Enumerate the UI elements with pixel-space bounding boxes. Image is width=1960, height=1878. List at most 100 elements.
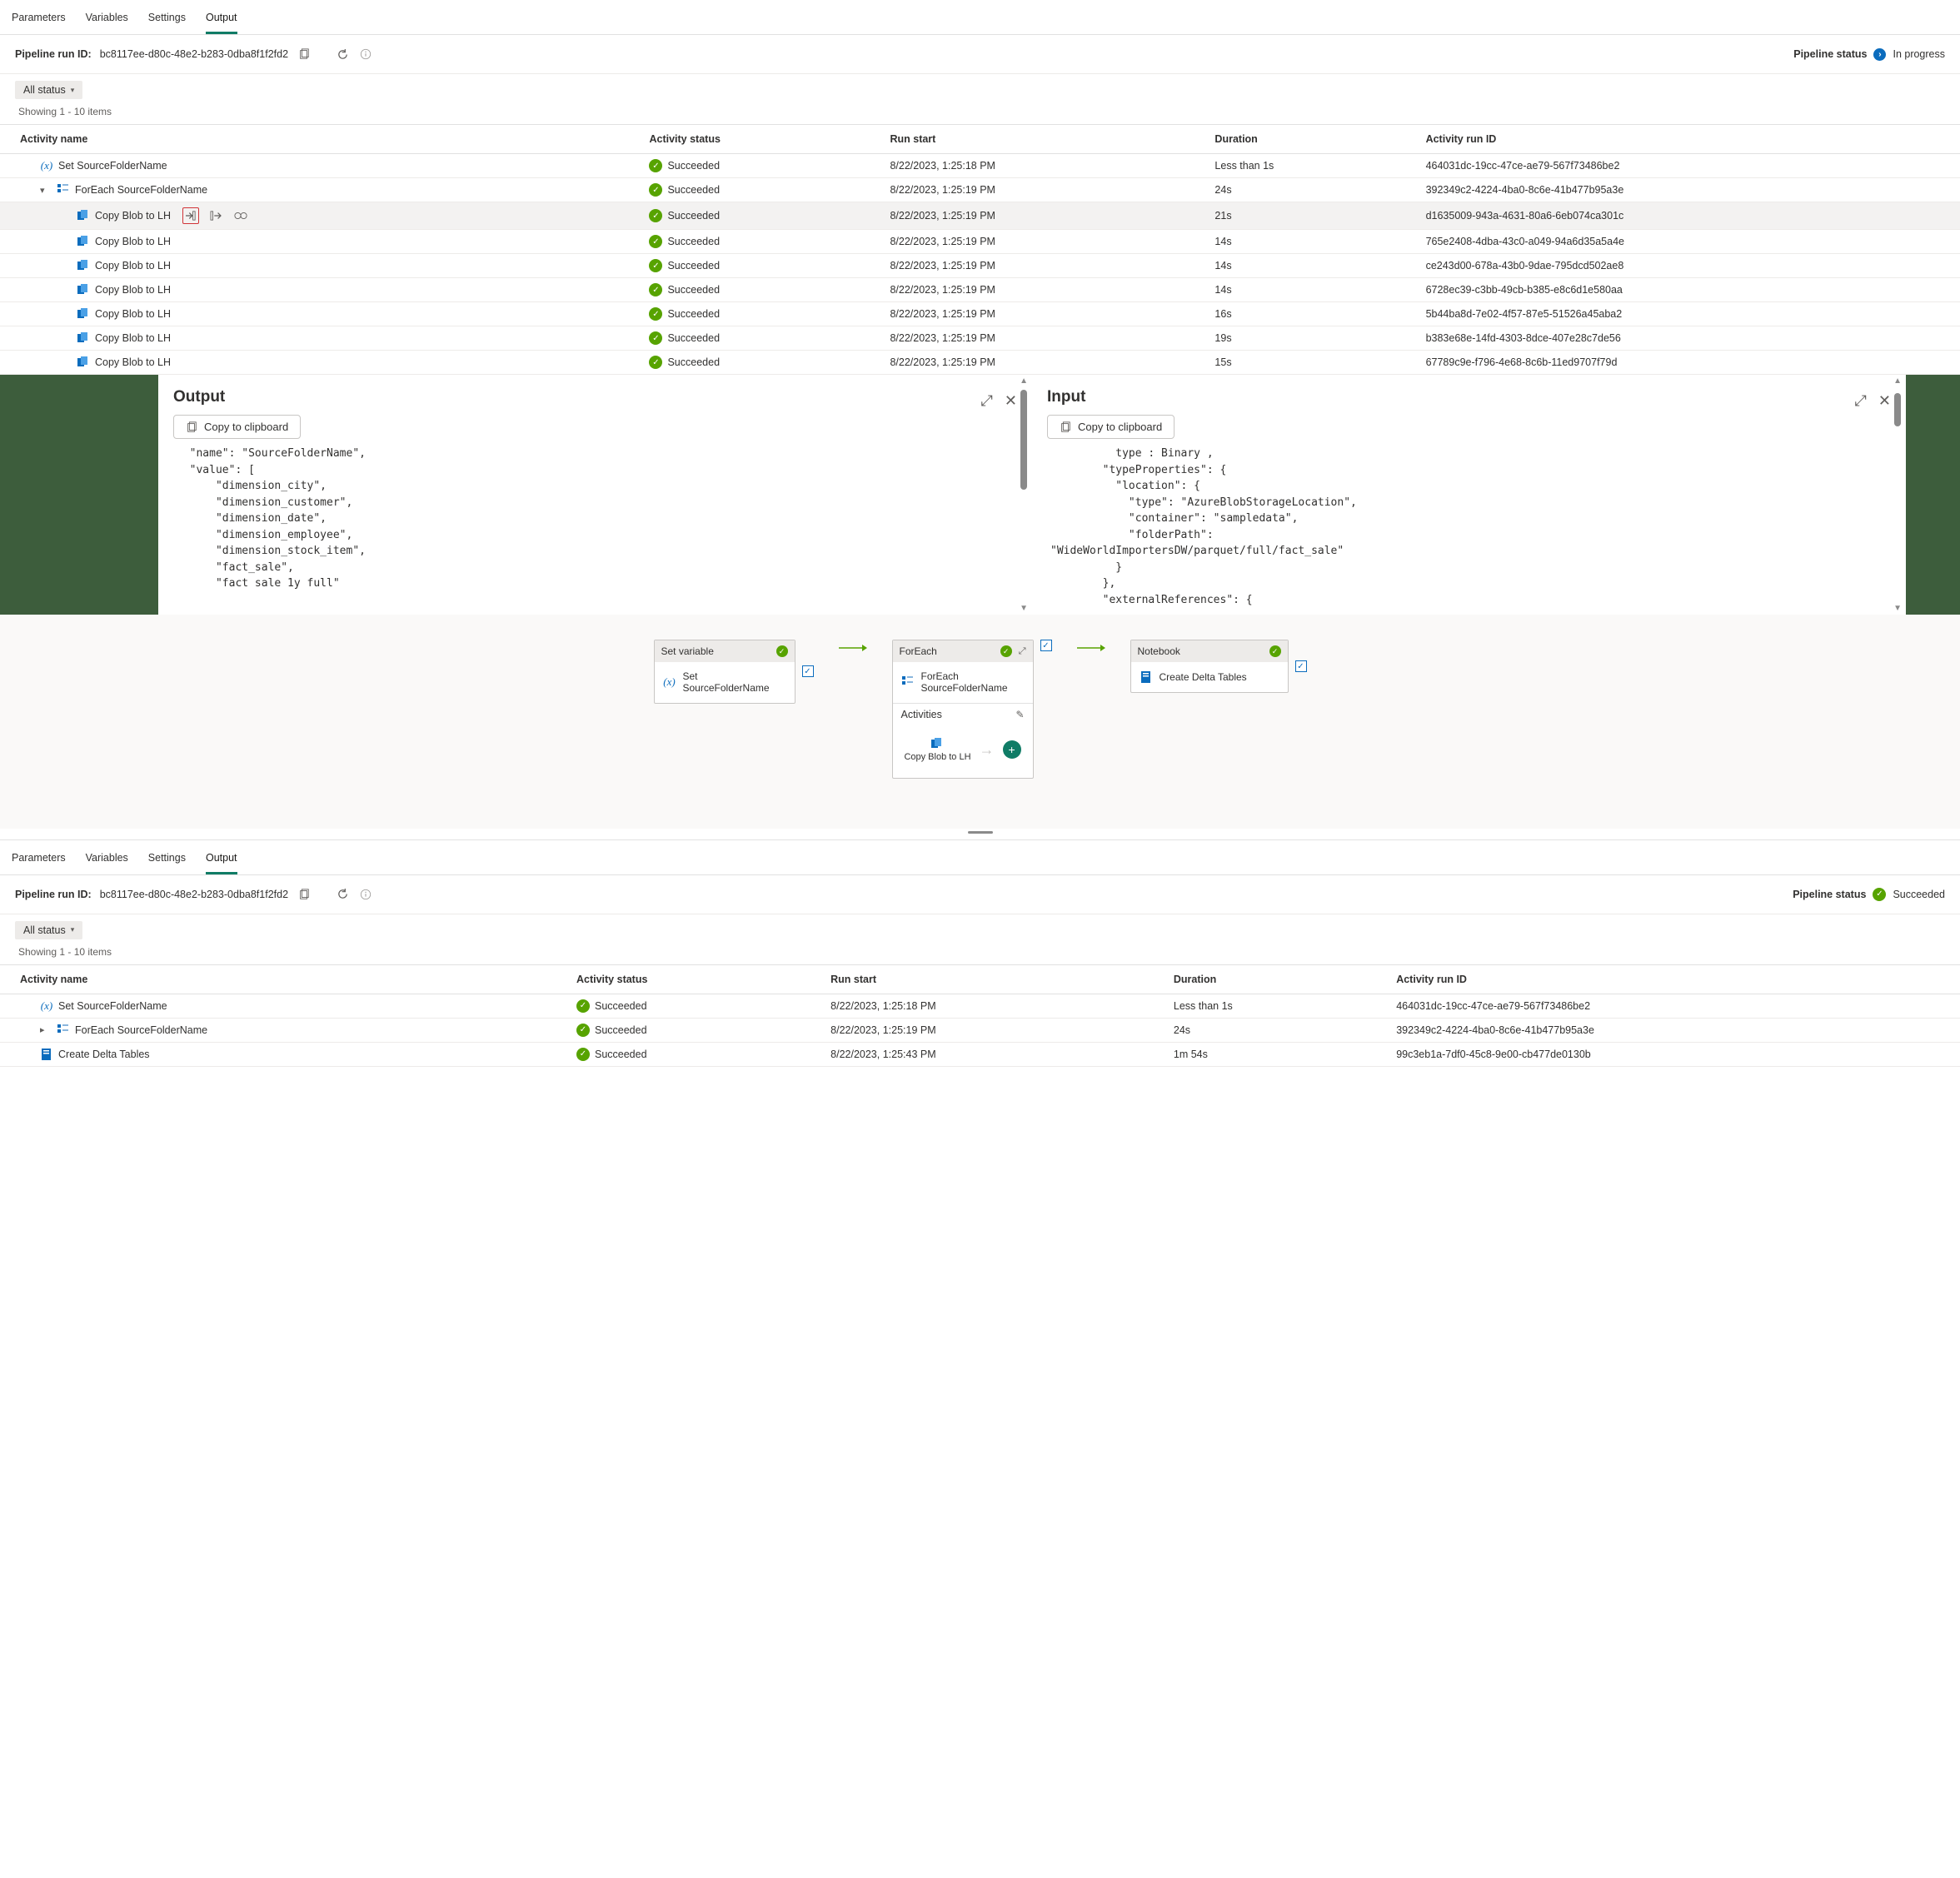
activity-name: Set SourceFolderName bbox=[58, 160, 167, 172]
table-row[interactable]: Set SourceFolderNameSucceeded8/22/2023, … bbox=[0, 994, 1960, 1018]
table-row[interactable]: Copy Blob to LHSucceeded8/22/2023, 1:25:… bbox=[0, 202, 1960, 230]
output-details-icon[interactable] bbox=[207, 207, 224, 224]
success-icon bbox=[649, 356, 662, 369]
info-icon[interactable] bbox=[358, 47, 373, 62]
refresh-icon[interactable] bbox=[335, 887, 350, 902]
edit-icon[interactable]: ✎ bbox=[1015, 709, 1024, 720]
tab-variables[interactable]: Variables bbox=[86, 849, 128, 874]
activity-status: Succeeded bbox=[667, 308, 720, 320]
activity-run-id: 392349c2-4224-4ba0-8c6e-41b477b95a3e bbox=[1406, 178, 1960, 202]
activity-name: Copy Blob to LH bbox=[95, 260, 171, 271]
pipeline-status-value: In progress bbox=[1893, 48, 1945, 60]
scrollbar[interactable] bbox=[1894, 393, 1901, 426]
col-name[interactable]: Activity name bbox=[0, 964, 556, 994]
close-icon[interactable]: ✕ bbox=[1005, 392, 1017, 410]
connector-checkbox[interactable]: ✓ bbox=[802, 665, 814, 677]
table-row[interactable]: Copy Blob to LHSucceeded8/22/2023, 1:25:… bbox=[0, 302, 1960, 326]
col-status[interactable]: Activity status bbox=[556, 964, 810, 994]
runid-value: bc8117ee-d80c-48e2-b283-0dba8f1f2fd2 bbox=[100, 889, 288, 900]
table-row[interactable]: Create Delta TablesSucceeded8/22/2023, 1… bbox=[0, 1042, 1960, 1066]
activity-run-id: 5b44ba8d-7e02-4f57-87e5-51526a45aba2 bbox=[1406, 302, 1960, 326]
activity-status: Succeeded bbox=[667, 356, 720, 368]
input-copy-button[interactable]: Copy to clipboard bbox=[1047, 415, 1175, 439]
node-notebook[interactable]: Notebook Create Delta Tables bbox=[1130, 640, 1289, 693]
tab-parameters[interactable]: Parameters bbox=[12, 8, 66, 34]
activities-label: Activities bbox=[901, 709, 942, 720]
table-row[interactable]: Copy Blob to LHSucceeded8/22/2023, 1:25:… bbox=[0, 278, 1960, 302]
success-icon bbox=[649, 307, 662, 321]
tab-variables[interactable]: Variables bbox=[86, 8, 128, 34]
col-duration[interactable]: Duration bbox=[1194, 125, 1405, 154]
success-icon bbox=[649, 159, 662, 172]
table-row[interactable]: Copy Blob to LHSucceeded8/22/2023, 1:25:… bbox=[0, 351, 1960, 375]
info-icon[interactable] bbox=[358, 887, 373, 902]
duration: 16s bbox=[1194, 302, 1405, 326]
col-runid[interactable]: Activity run ID bbox=[1376, 964, 1960, 994]
add-activity-button[interactable]: + bbox=[1003, 740, 1021, 759]
col-status[interactable]: Activity status bbox=[629, 125, 870, 154]
variable-icon bbox=[40, 999, 53, 1013]
table-row[interactable]: Copy Blob to LHSucceeded8/22/2023, 1:25:… bbox=[0, 230, 1960, 254]
scrollbar[interactable] bbox=[1020, 390, 1027, 490]
output-copy-button[interactable]: Copy to clipboard bbox=[173, 415, 301, 439]
expand-icon[interactable]: ⤢ bbox=[981, 392, 993, 410]
tabs-bottom: Parameters Variables Settings Output bbox=[0, 840, 1960, 875]
table-row[interactable]: Copy Blob to LHSucceeded8/22/2023, 1:25:… bbox=[0, 254, 1960, 278]
copy-activity-icon bbox=[77, 235, 90, 248]
status-filter-chip[interactable]: All status▾ bbox=[15, 921, 82, 939]
connector-arrow bbox=[839, 640, 867, 656]
success-icon bbox=[649, 283, 662, 296]
run-start: 8/22/2023, 1:25:19 PM bbox=[870, 326, 1194, 351]
copy-activity-icon bbox=[930, 737, 944, 750]
expand-node-icon[interactable]: ⤢ bbox=[1019, 646, 1026, 657]
node-foreach[interactable]: ForEach ⤢ ForEachSourceFolderName Activi… bbox=[892, 640, 1034, 779]
success-icon bbox=[649, 209, 662, 222]
refresh-icon[interactable] bbox=[335, 47, 350, 62]
run-start: 8/22/2023, 1:25:19 PM bbox=[870, 202, 1194, 230]
lineage-icon[interactable] bbox=[232, 207, 249, 224]
duration: Less than 1s bbox=[1154, 994, 1376, 1018]
notebook-icon bbox=[1140, 670, 1153, 684]
success-icon bbox=[649, 331, 662, 345]
col-start[interactable]: Run start bbox=[810, 964, 1154, 994]
tab-parameters[interactable]: Parameters bbox=[12, 849, 66, 874]
col-start[interactable]: Run start bbox=[870, 125, 1194, 154]
pipeline-status-label: Pipeline status bbox=[1793, 889, 1866, 900]
input-details-icon[interactable] bbox=[182, 207, 199, 224]
chevron-down-icon[interactable]: ▾ bbox=[40, 185, 52, 196]
col-name[interactable]: Activity name bbox=[0, 125, 629, 154]
col-runid[interactable]: Activity run ID bbox=[1406, 125, 1960, 154]
col-duration[interactable]: Duration bbox=[1154, 964, 1376, 994]
copy-activity-label: Copy Blob to LH bbox=[904, 752, 970, 763]
status-filter-chip[interactable]: All status▾ bbox=[15, 81, 82, 99]
status-inprogress-icon: › bbox=[1873, 48, 1886, 61]
chevron-right-icon[interactable]: ▸ bbox=[40, 1024, 52, 1035]
table-row[interactable]: Copy Blob to LHSucceeded8/22/2023, 1:25:… bbox=[0, 326, 1960, 351]
run-start: 8/22/2023, 1:25:19 PM bbox=[870, 278, 1194, 302]
tab-output[interactable]: Output bbox=[206, 8, 237, 34]
close-icon[interactable]: ✕ bbox=[1878, 392, 1891, 410]
duration: 21s bbox=[1194, 202, 1405, 230]
success-icon bbox=[649, 235, 662, 248]
table-row[interactable]: ▾ForEach SourceFolderNameSucceeded8/22/2… bbox=[0, 178, 1960, 202]
tab-settings[interactable]: Settings bbox=[148, 8, 186, 34]
activity-name: Copy Blob to LH bbox=[95, 308, 171, 320]
infobar-bottom: Pipeline run ID: bc8117ee-d80c-48e2-b283… bbox=[0, 875, 1960, 914]
connector-checkbox[interactable]: ✓ bbox=[1295, 660, 1307, 672]
success-icon bbox=[776, 645, 788, 657]
activity-name: Copy Blob to LH bbox=[95, 236, 171, 247]
activity-table-bottom: Activity name Activity status Run start … bbox=[0, 964, 1960, 1067]
node-set-variable[interactable]: Set variable SetSourceFolderName bbox=[654, 640, 795, 704]
copy-runid-icon[interactable] bbox=[297, 887, 312, 902]
table-row[interactable]: ▸ForEach SourceFolderNameSucceeded8/22/2… bbox=[0, 1018, 1960, 1042]
copy-runid-icon[interactable] bbox=[297, 47, 312, 62]
resize-handle[interactable] bbox=[0, 831, 1960, 839]
activity-status: Succeeded bbox=[667, 236, 720, 247]
activity-status: Succeeded bbox=[667, 210, 720, 222]
tab-output[interactable]: Output bbox=[206, 849, 237, 874]
table-row[interactable]: Set SourceFolderNameSucceeded8/22/2023, … bbox=[0, 154, 1960, 178]
connector-checkbox[interactable]: ✓ bbox=[1040, 640, 1052, 651]
pipeline-canvas[interactable]: Set variable SetSourceFolderName ✓ ForEa… bbox=[0, 615, 1960, 829]
tab-settings[interactable]: Settings bbox=[148, 849, 186, 874]
expand-icon[interactable]: ⤢ bbox=[1855, 392, 1867, 410]
